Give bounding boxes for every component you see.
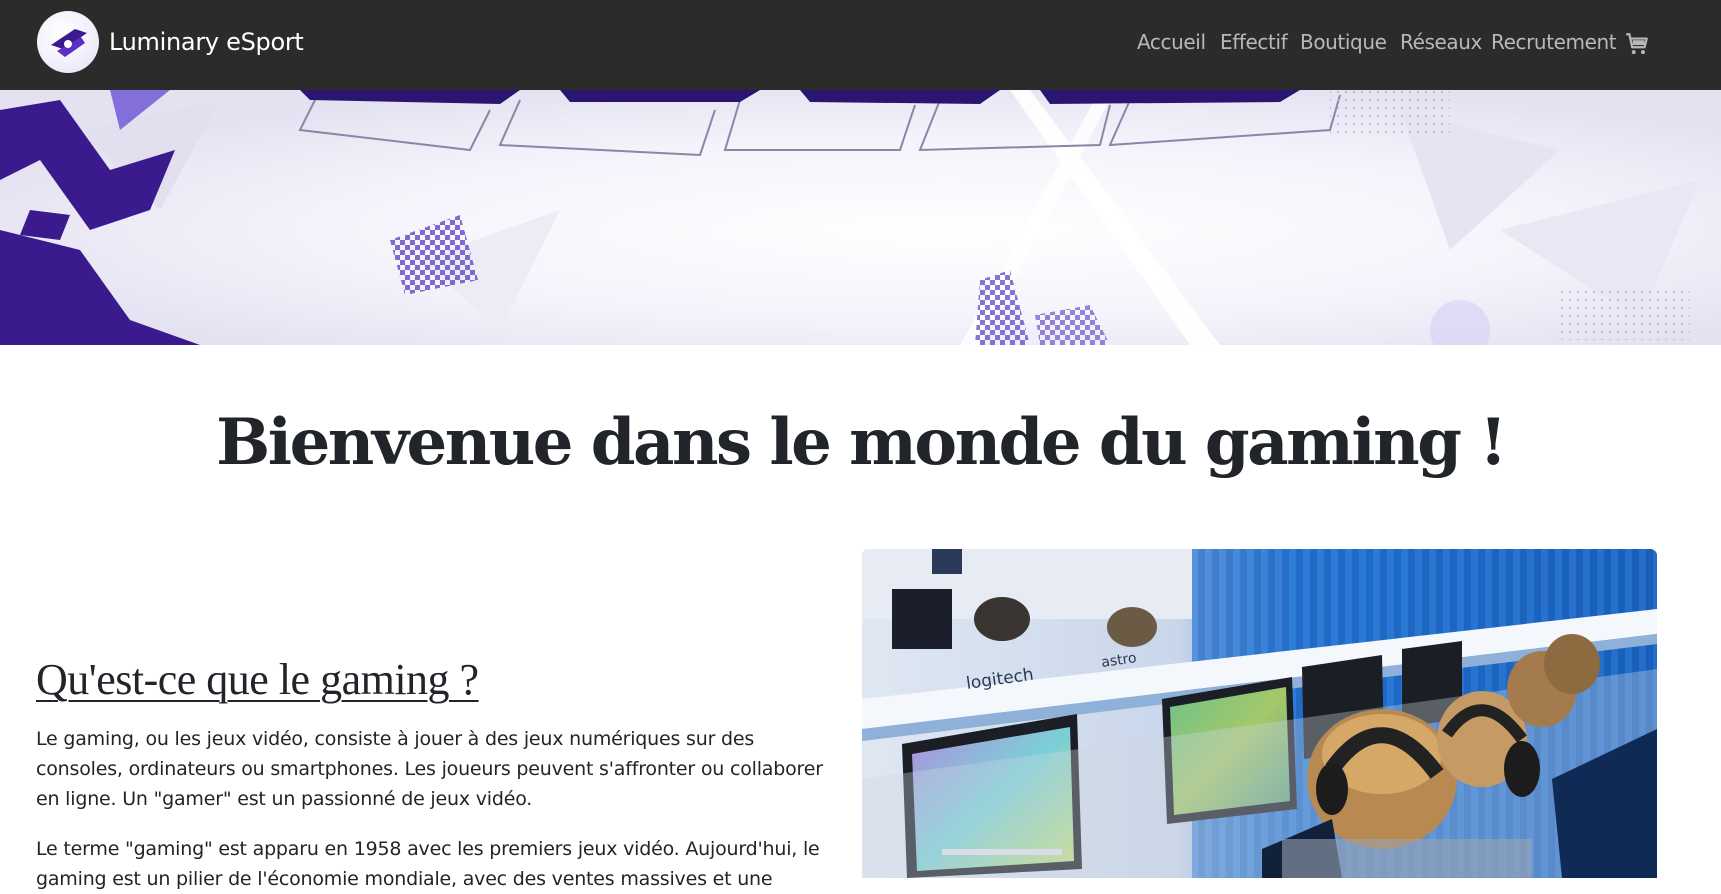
section-title: Qu'est-ce que le gaming ? [36, 655, 479, 704]
shopping-cart-icon[interactable] [1624, 31, 1650, 57]
nav-link-boutique[interactable]: Boutique [1300, 30, 1387, 54]
nav-link-reseaux[interactable]: Réseaux [1400, 30, 1482, 54]
nav-link-effectif[interactable]: Effectif [1220, 30, 1288, 54]
navbar: Luminary eSport Accueil Effectif Boutiqu… [0, 0, 1721, 90]
hero-banner [0, 90, 1721, 345]
gaming-room-photo: logitech astro [862, 549, 1657, 878]
page-title: Bienvenue dans le monde du gaming ! [216, 405, 1507, 480]
nav-link-accueil[interactable]: Accueil [1137, 30, 1206, 54]
history-paragraph: Le terme "gaming" est apparu en 1958 ave… [36, 838, 820, 890]
nav-link-recrutement[interactable]: Recrutement [1491, 30, 1617, 54]
nav-links: Accueil Effectif Boutique Réseaux Recrut… [0, 0, 1721, 90]
intro-paragraph: Le gaming, ou les jeux vidéo, consiste à… [36, 728, 823, 810]
